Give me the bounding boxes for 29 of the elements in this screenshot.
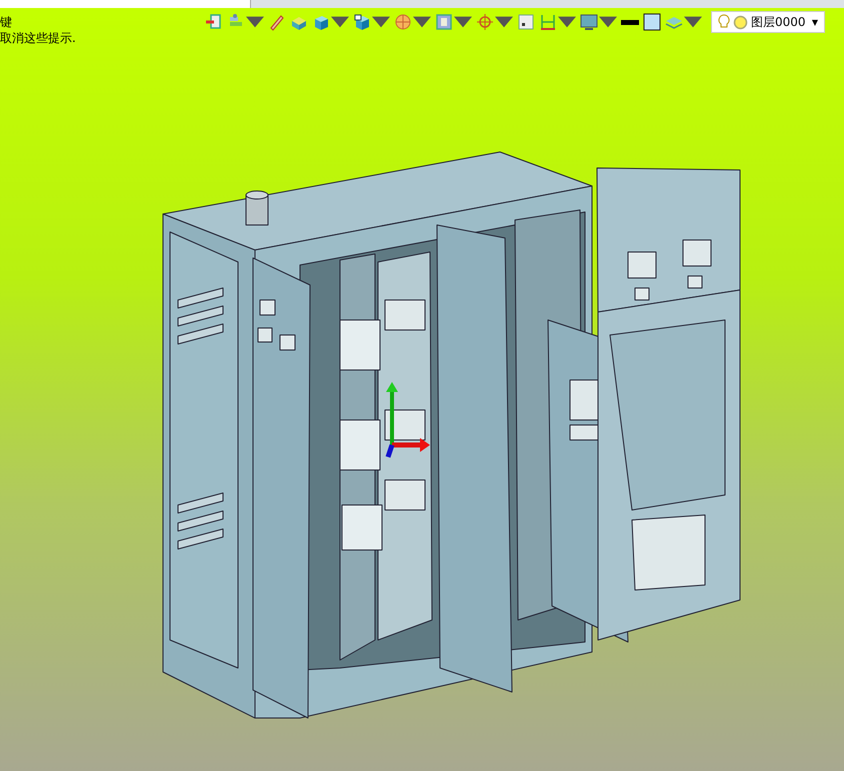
pen-icon [268,13,286,31]
toolbar-button[interactable] [538,12,577,32]
cube-icon [353,13,371,31]
toolbar-button[interactable] [579,12,618,32]
lightbulb-icon [718,14,730,30]
cube-icon [312,13,330,31]
toolbar-button[interactable] [620,18,640,26]
toolbar-button[interactable] [393,12,432,32]
hint-text: 键 [0,14,13,30]
circle-icon [733,14,748,30]
exit-icon [205,13,223,31]
sphere-icon [394,13,412,31]
toolbar-button[interactable] [475,12,514,32]
frame-icon [435,13,453,31]
layer-name: 图层0000 [751,14,807,30]
axis-gizmo-drawing[interactable] [386,382,430,458]
square-icon [517,13,535,31]
monitor-icon [580,13,598,31]
toolbar-button[interactable] [642,12,662,32]
toolbar-button[interactable] [516,12,536,32]
toolbar-button[interactable] [434,12,473,32]
caret-icon[interactable]: ▼ [812,18,818,26]
hint-text: 取消这些提示. [0,30,76,46]
toolbar-button[interactable] [352,12,391,32]
dimension-icon [539,13,557,31]
layer-dropdown[interactable]: 图层0000 ▼ [711,11,825,33]
beacon-lamp-drawing [246,190,268,226]
swatch-icon [643,13,661,31]
crosshair-icon [476,13,494,31]
